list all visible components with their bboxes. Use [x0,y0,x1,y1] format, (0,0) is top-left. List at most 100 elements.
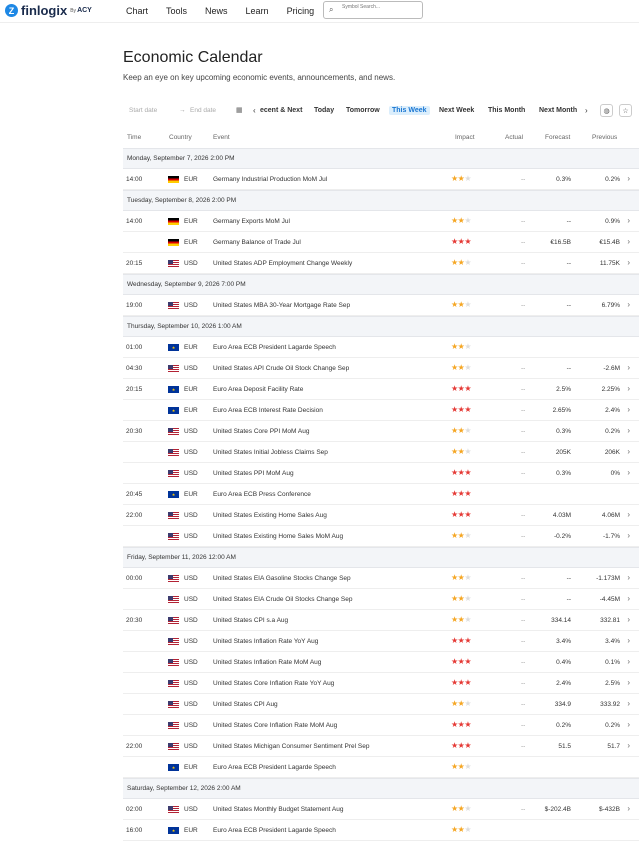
chevron-right-icon[interactable]: › [627,447,630,456]
end-date-field[interactable]: End date [190,107,216,114]
chevron-right-icon[interactable]: › [627,720,630,729]
event-forecast: 4.03M [552,512,571,519]
event-row[interactable]: ★ EUR Euro Area ECB Interest Rate Decision… [123,400,639,421]
finlogix-logo[interactable]: Z finlogix By ACY [5,3,92,18]
chevron-right-icon[interactable]: › [627,468,630,477]
chevron-right-icon[interactable]: › [627,237,630,246]
event-row[interactable]: USD United States Core Inflation Rate YoY… [123,673,639,694]
chevron-right-icon[interactable]: › [627,741,630,750]
event-row[interactable]: 20:15 USD United States ADP Employment Cha… [123,253,639,274]
chevron-right-icon[interactable]: › [627,636,630,645]
chevron-right-icon[interactable]: › [627,363,630,372]
impact-star-icon: ★ [464,447,472,456]
col-previous: Previous [592,134,618,141]
event-time: 20:30 [126,617,143,624]
impact-stars: ★★★ [451,594,471,603]
chevron-right-icon[interactable]: › [627,573,630,582]
event-currency: EUR [184,176,198,183]
event-row[interactable]: 20:15 ★ EUR Euro Area Deposit Facility Rate… [123,379,639,400]
chevron-right-icon[interactable]: › [627,384,630,393]
event-row[interactable]: 22:00 USD United States Michigan Consumer … [123,736,639,757]
chevron-right-icon[interactable]: › [627,258,630,267]
chevron-right-icon[interactable]: › [627,678,630,687]
event-row[interactable]: 19:00 USD United States MBA 30-Year Mortga… [123,295,639,316]
impact-star-icon: ★ [464,636,472,645]
chevron-right-icon[interactable]: › [627,405,630,414]
event-forecast: -- [566,218,571,225]
tab-this-week[interactable]: This Week [389,106,430,115]
event-currency: USD [184,617,198,624]
start-date-field[interactable]: Start date [129,107,157,114]
flag-us-icon [168,428,179,435]
nav-chart[interactable]: Chart [126,6,148,16]
event-row[interactable]: 02:00 USD United States Monthly Budget Sta… [123,799,639,820]
star-icon[interactable]: ☆ [619,104,632,117]
chevron-right-icon[interactable]: › [627,300,630,309]
event-row[interactable]: 20:45 ★ EUR Euro Area ECB Press Conference ★… [123,484,639,505]
event-name: United States Inflation Rate MoM Aug [213,659,322,666]
tabs-next-arrow-icon[interactable]: › [585,106,588,115]
chevron-right-icon[interactable]: › [627,510,630,519]
chevron-right-icon[interactable]: › [627,531,630,540]
event-row[interactable]: 20:30 USD United States CPI s.a Aug ★★★ -- 33… [123,610,639,631]
col-time: Time [127,134,142,141]
event-row[interactable]: USD United States EIA Crude Oil Stocks Ch… [123,589,639,610]
impact-star-icon: ★ [464,237,472,246]
flag-eu-icon: ★ [168,407,179,414]
event-row[interactable]: 00:00 USD United States EIA Gasoline Stock… [123,568,639,589]
tab-recent-next[interactable]: ecent & Next [260,107,302,114]
nav-learn[interactable]: Learn [246,6,269,16]
tab-next-week[interactable]: Next Week [439,107,474,114]
flag-us-icon [168,743,179,750]
event-previous: 2.25% [601,386,620,393]
chevron-right-icon[interactable]: › [627,426,630,435]
tab-this-month[interactable]: This Month [488,107,525,114]
symbol-search[interactable]: ⌕ [323,1,423,19]
event-row[interactable]: USD United States PPI MoM Aug ★★★ -- 0.3% 0% › [123,463,639,484]
flag-eu-icon: ★ [168,491,179,498]
event-row[interactable]: USD United States Core Inflation Rate MoM… [123,715,639,736]
nav-tools[interactable]: Tools [166,6,187,16]
nav-pricing[interactable]: Pricing [287,6,315,16]
chevron-right-icon[interactable]: › [627,594,630,603]
chevron-right-icon[interactable]: › [627,804,630,813]
event-row[interactable]: USD United States Initial Jobless Claims … [123,442,639,463]
chevron-right-icon[interactable]: › [627,615,630,624]
event-currency: USD [184,302,198,309]
event-row[interactable]: 20:30 USD United States Core PPI MoM Aug ★ ★… [123,421,639,442]
event-row[interactable]: USD United States CPI Aug ★★★ -- 334.9 333.92… [123,694,639,715]
nav-news[interactable]: News [205,6,228,16]
impact-star-icon: ★ [451,825,458,834]
impact-stars: ★★★ [451,720,471,729]
chevron-right-icon[interactable]: › [627,174,630,183]
globe-icon[interactable]: ◍ [600,104,613,117]
tab-tomorrow[interactable]: Tomorrow [346,107,380,114]
event-row[interactable]: 16:00 ★ EUR Euro Area ECB President Lagarde… [123,820,639,841]
event-row[interactable]: USD United States Inflation Rate MoM Aug ★… [123,652,639,673]
event-row[interactable]: 01:00 ★ EUR Euro Area ECB President Lagarde… [123,337,639,358]
tab-today[interactable]: Today [314,107,334,114]
event-forecast: -0.2% [554,533,571,540]
symbol-search-input[interactable] [342,4,418,10]
event-row[interactable]: 04:30 USD United States API Crude Oil Stoc… [123,358,639,379]
event-row[interactable]: 22:00 USD United States Existing Home Sale… [123,505,639,526]
tabs-prev-arrow-icon[interactable]: ‹ [253,106,256,115]
event-row[interactable]: USD United States Existing Home Sales MoM… [123,526,639,547]
event-row[interactable]: 14:00 EUR Germany Exports MoM Jul ★★★ -- -- 0.… [123,211,639,232]
event-name: United States Monthly Budget Statement A… [213,806,344,813]
chevron-right-icon[interactable]: › [627,216,630,225]
calendar-icon[interactable]: ▦ [236,106,243,114]
chevron-right-icon[interactable]: › [627,699,630,708]
event-row[interactable]: EUR Germany Balance of Trade Jul ★★★ -- €16.… [123,232,639,253]
impact-star-icon: ★ [451,447,458,456]
event-row[interactable]: USD United States Inflation Rate YoY Aug ★… [123,631,639,652]
event-time: 20:15 [126,260,143,267]
tab-next-month[interactable]: Next Month [539,107,577,114]
chevron-right-icon[interactable]: › [627,657,630,666]
event-currency: EUR [184,764,198,771]
event-currency: USD [184,575,198,582]
event-forecast: 0.3% [556,428,571,435]
event-row[interactable]: ★ EUR Euro Area ECB President Lagarde Spee… [123,757,639,778]
flag-us-icon [168,449,179,456]
event-row[interactable]: 14:00 EUR Germany Industrial Production Mo… [123,169,639,190]
